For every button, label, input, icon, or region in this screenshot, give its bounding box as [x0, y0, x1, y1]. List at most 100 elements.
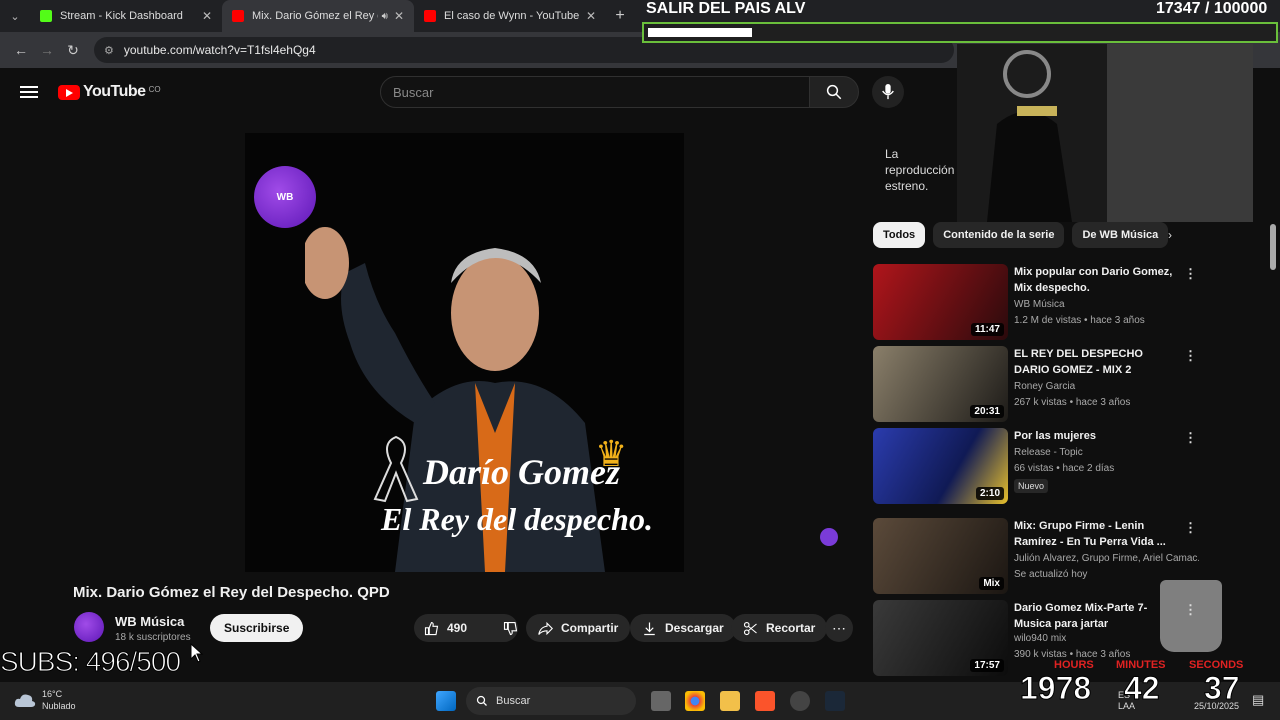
share-button[interactable]: Compartir	[526, 614, 631, 642]
temperature: 16°C	[42, 689, 63, 699]
voice-search-button[interactable]	[872, 76, 904, 108]
recommendation-channel[interactable]: Release - Topic	[1014, 447, 1199, 458]
video-thumbnail[interactable]: 17:57	[873, 600, 1008, 676]
scrollbar[interactable]	[1270, 224, 1276, 270]
recommendation-title[interactable]: Por las mujeres	[1014, 428, 1174, 444]
taskbar-search-label: Buscar	[496, 695, 531, 707]
youtube-icon	[232, 10, 244, 22]
close-icon[interactable]: ✕	[202, 9, 212, 23]
video-thumbnail[interactable]: Mix	[873, 518, 1008, 594]
video-player[interactable]: WB ♛ Darío Gomez El Rey del despecho.	[245, 133, 684, 572]
kebab-menu-icon[interactable]: ⋮	[1184, 348, 1197, 364]
mourning-ribbon-icon	[373, 435, 419, 503]
thumbnail-title: Darío Gomez	[423, 452, 620, 492]
chip-series[interactable]: Contenido de la serie	[933, 222, 1065, 248]
like-dislike-bar: 490	[414, 614, 518, 642]
site-info-icon[interactable]: ⚙	[104, 44, 114, 57]
recommendation-title[interactable]: EL REY DEL DESPECHO DARIO GOMEZ - MIX 2	[1014, 346, 1174, 378]
notification-icon[interactable]: ▤	[1252, 692, 1264, 708]
weather-condition: Nublado	[42, 701, 76, 711]
timer-hours: 1978	[1019, 670, 1092, 707]
video-thumbnail[interactable]: 2:10	[873, 428, 1008, 504]
chevron-right-icon[interactable]: ›	[1168, 228, 1172, 242]
youtube-icon	[424, 10, 436, 22]
channel-avatar[interactable]	[74, 612, 104, 642]
wb-logo-text: WB	[276, 191, 294, 203]
subs-counter: SUBS: 496/500	[0, 646, 182, 678]
recommendation-channel[interactable]: WB Música	[1014, 299, 1199, 310]
tab-search-icon[interactable]: ⌄	[0, 0, 30, 32]
app-icon[interactable]	[790, 691, 810, 711]
recommendation-item[interactable]: 11:47 Mix popular con Dario Gomez, Mix d…	[873, 264, 1203, 342]
subscriber-count: 18 k suscriptores	[115, 632, 191, 643]
channel-name[interactable]: WB Música	[115, 614, 184, 629]
video-thumbnail[interactable]: 11:47	[873, 264, 1008, 340]
search-input[interactable]: Buscar	[380, 76, 810, 108]
filter-chips: Todos Contenido de la serie De WB Música	[873, 222, 1169, 248]
clip-button[interactable]: Recortar	[731, 614, 828, 642]
close-icon[interactable]: ✕	[586, 9, 596, 23]
chrome-icon[interactable]	[685, 691, 705, 711]
youtube-header: YouTube CO Buscar	[0, 68, 960, 116]
weather-widget[interactable]: 16°C Nublado	[14, 688, 76, 712]
kebab-menu-icon[interactable]: ⋮	[1184, 430, 1197, 446]
tab-youtube-wynn[interactable]: El caso de Wynn - YouTube ✕	[414, 0, 606, 32]
mouse-cursor-icon	[190, 643, 204, 663]
thumbnail-subtitle: El Rey del despecho.	[381, 501, 653, 537]
kebab-menu-icon[interactable]: ⋮	[1184, 520, 1197, 536]
download-icon	[644, 622, 655, 635]
recommendation-channel[interactable]: Roney Garcia	[1014, 381, 1199, 392]
brave-icon[interactable]	[755, 691, 775, 711]
recommendation-title[interactable]: Mix popular con Dario Gomez, Mix despech…	[1014, 264, 1174, 296]
dislike-button[interactable]	[493, 614, 528, 642]
task-view-icon[interactable]	[651, 691, 671, 711]
like-button[interactable]: 490	[414, 614, 477, 642]
search-button[interactable]	[809, 76, 859, 108]
recommendation-meta: 1.2 M de vistas • hace 3 años	[1014, 315, 1145, 326]
download-label: Descargar	[665, 621, 724, 635]
steam-icon[interactable]	[825, 691, 845, 711]
new-badge: Nuevo	[1014, 479, 1049, 493]
close-icon[interactable]: ✕	[394, 9, 404, 23]
new-tab-button[interactable]: +	[606, 7, 634, 25]
tab-title: El caso de Wynn - YouTube	[444, 10, 580, 22]
recommendation-item[interactable]: Mix Mix: Grupo Firme - Lenin Ramírez - E…	[873, 518, 1203, 596]
share-label: Compartir	[561, 621, 619, 635]
thumbs-up-icon	[424, 621, 439, 635]
share-icon	[538, 621, 553, 635]
video-thumbnail[interactable]: 20:31	[873, 346, 1008, 422]
recommendation-meta: 267 k vistas • hace 3 años	[1014, 397, 1131, 408]
download-button[interactable]: Descargar	[630, 614, 736, 642]
tab-youtube-active[interactable]: Mix. Dario Gómez el Rey de 🔊︎ ✕	[222, 0, 414, 32]
timer-minutes: 42	[1124, 670, 1161, 707]
clip-label: Recortar	[766, 621, 816, 635]
tab-kick[interactable]: Stream - Kick Dashboard ✕	[30, 0, 222, 32]
taskbar-search[interactable]: Buscar	[466, 687, 636, 715]
premiere-notice: La reproducción estreno.	[885, 147, 955, 193]
reload-button[interactable]: ↻	[60, 42, 86, 59]
logo-text: YouTube	[83, 83, 146, 100]
kick-icon	[40, 10, 52, 22]
chip-channel[interactable]: De WB Música	[1072, 222, 1169, 248]
more-actions-button[interactable]: ⋯	[825, 614, 853, 642]
kebab-menu-icon[interactable]: ⋮	[1184, 266, 1197, 282]
tab-title: Mix. Dario Gómez el Rey de	[252, 10, 378, 22]
speaker-icon[interactable]: 🔊︎	[382, 11, 388, 22]
subscribe-button[interactable]: Suscribirse	[210, 614, 304, 642]
tip-jar-cup	[1160, 580, 1222, 652]
recommendation-item[interactable]: 2:10 Por las mujeres Release - Topic 66 …	[873, 428, 1203, 506]
recommendation-item[interactable]: 20:31 EL REY DEL DESPECHO DARIO GOMEZ - …	[873, 346, 1203, 424]
recommendation-title[interactable]: Mix: Grupo Firme - Lenin Ramírez - En Tu…	[1014, 518, 1174, 550]
file-explorer-icon[interactable]	[720, 691, 740, 711]
back-button[interactable]: ←	[8, 42, 34, 58]
recommendation-channel[interactable]: Julión Álvarez, Grupo Firme, Ariel Camac…	[1014, 553, 1199, 564]
scissors-icon	[743, 621, 757, 635]
menu-icon[interactable]	[20, 83, 38, 101]
floating-logo-icon	[820, 528, 838, 546]
recommendation-title[interactable]: Dario Gomez Mix-Parte 7- Musica para jar…	[1014, 600, 1174, 632]
webcam-overlay	[957, 44, 1253, 222]
chip-all[interactable]: Todos	[873, 222, 926, 248]
windows-start-icon[interactable]	[436, 691, 456, 711]
youtube-logo[interactable]: YouTube CO	[58, 83, 161, 101]
forward-button[interactable]: →	[34, 42, 60, 58]
